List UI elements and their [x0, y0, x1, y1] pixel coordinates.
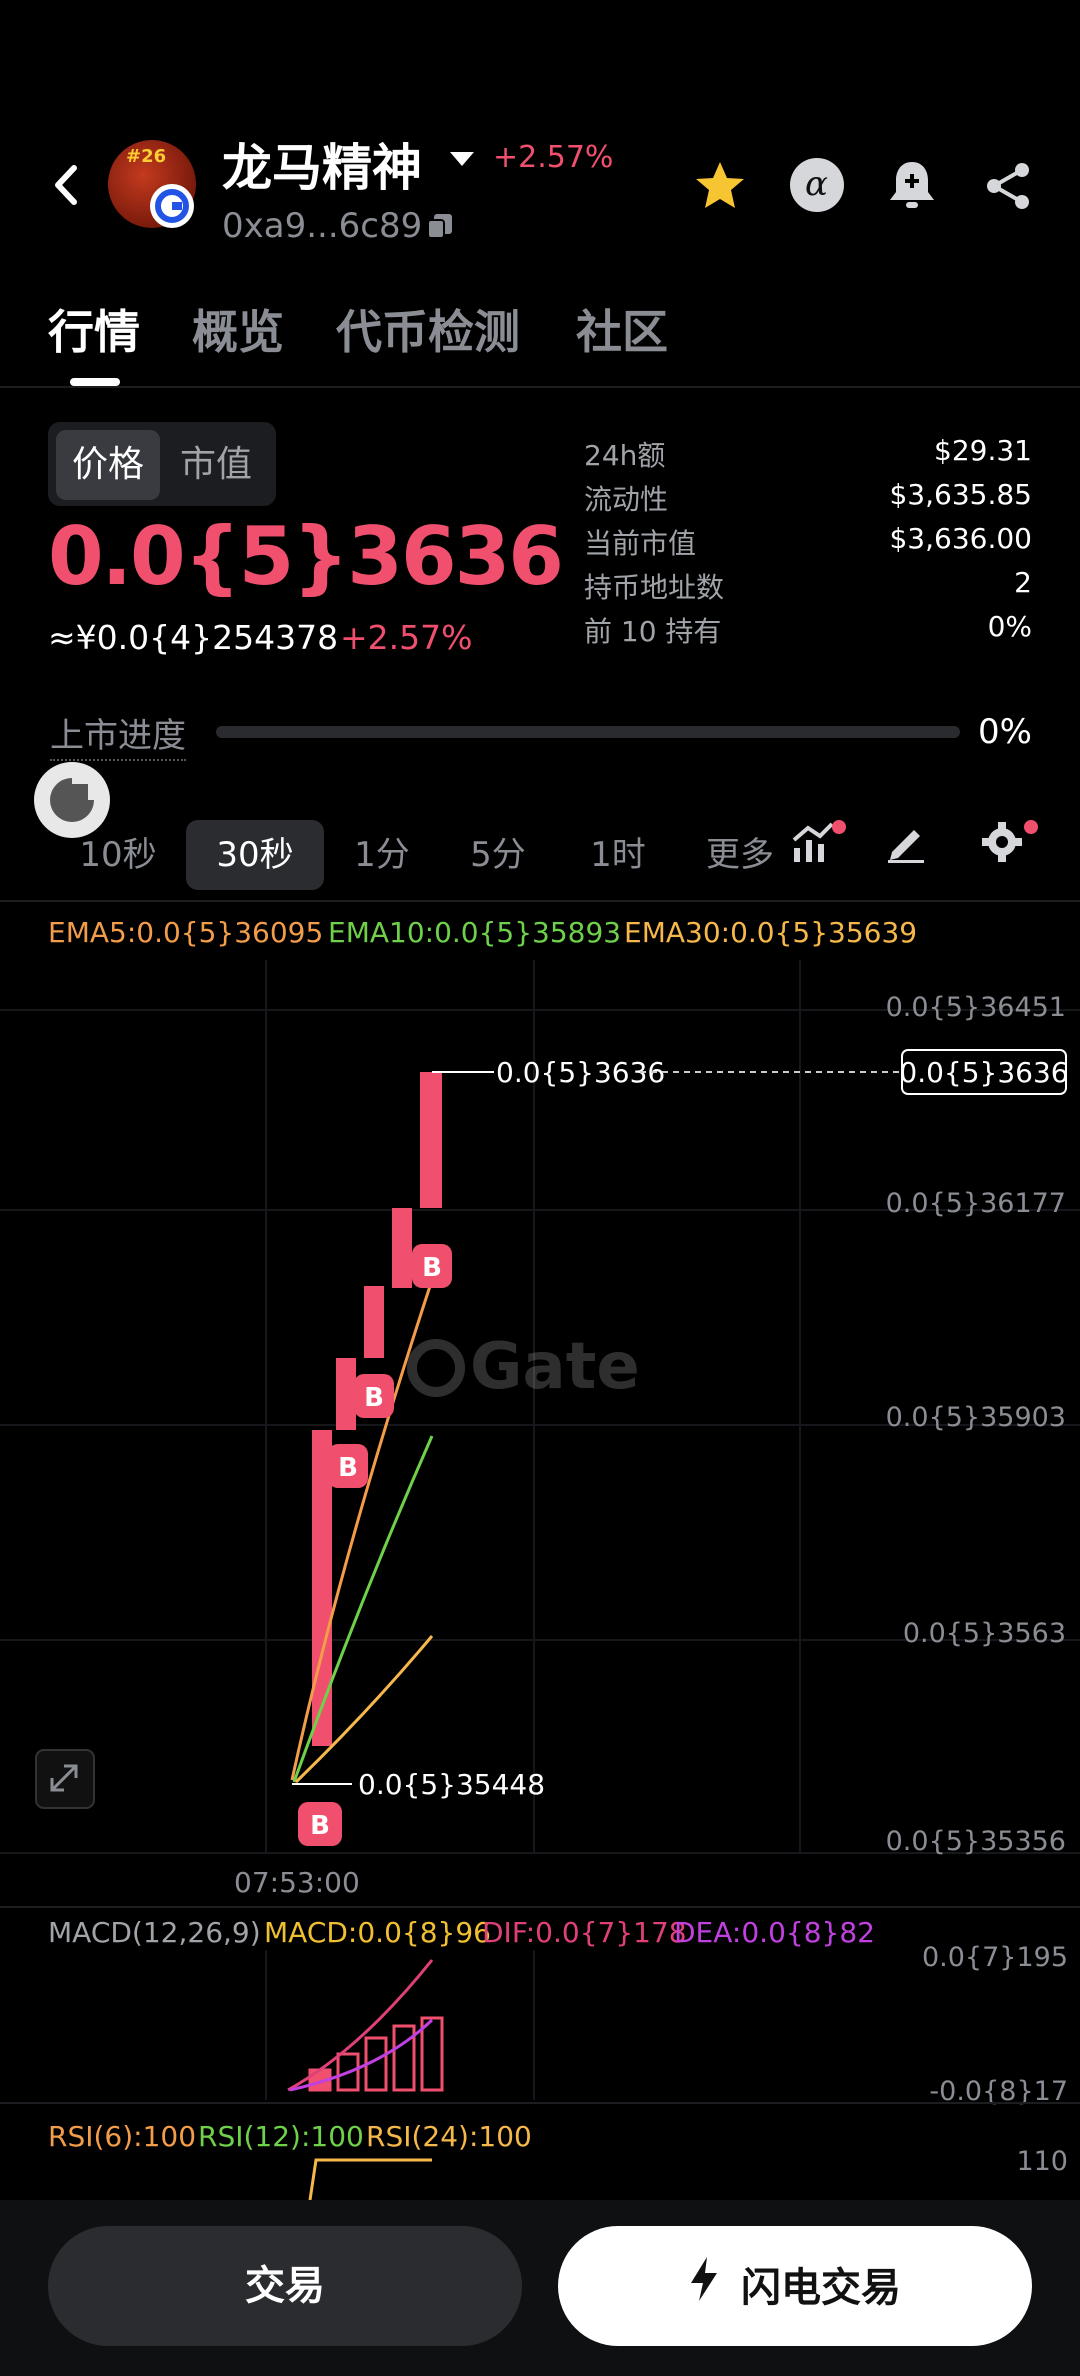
interval-more[interactable]: 更多 — [700, 820, 780, 890]
ema5-label: EMA5:0.0{5}36095 — [48, 916, 324, 949]
stat-label: 持币地址数 — [584, 571, 725, 604]
stat-value: 0% — [987, 610, 1032, 643]
toggle-price[interactable]: 价格 — [56, 430, 160, 500]
interval-30s[interactable]: 30秒 — [186, 820, 324, 890]
gate-logo-overlay-icon — [34, 762, 110, 838]
stat-label: 前 10 持有 — [584, 615, 722, 648]
svg-text:B: B — [338, 1453, 358, 1483]
candle — [364, 1286, 384, 1358]
tab-token-check[interactable]: 代币检测 — [336, 296, 520, 362]
macd-title: MACD(12,26,9) — [48, 1916, 261, 1949]
svg-text:B: B — [422, 1253, 442, 1283]
macd-chart — [265, 1950, 535, 2100]
interval-1h[interactable]: 1时 — [578, 820, 658, 890]
header-change: +2.57% — [493, 140, 614, 175]
stat-value: $3,636.00 — [889, 522, 1032, 555]
interval-1m[interactable]: 1分 — [342, 820, 422, 890]
chart-settings-gear-icon[interactable] — [980, 820, 1024, 868]
y-tick: 0.0{5}36177 — [886, 1188, 1066, 1219]
back-icon[interactable] — [48, 160, 88, 210]
x-tick-label: 07:53:00 — [234, 1866, 360, 1899]
share-icon[interactable] — [980, 158, 1036, 218]
listing-progress-value: 0% — [978, 712, 1032, 752]
watermark-text: Gate — [470, 1330, 640, 1404]
trade-button[interactable]: 交易 — [48, 2226, 522, 2346]
settings-notify-dot — [1024, 820, 1038, 834]
chain-icon — [150, 184, 194, 228]
high-price-label: 0.0{5}3636 — [496, 1056, 665, 1089]
token-name: 龙马精神 — [222, 139, 422, 197]
stat-value: $29.31 — [934, 434, 1032, 467]
toggle-mcap[interactable]: 市值 — [164, 430, 268, 500]
ema30-label: EMA30:0.0{5}35639 — [624, 916, 918, 949]
token-address: 0xa9...6c89 — [222, 206, 423, 246]
stat-value: $3,635.85 — [889, 478, 1032, 511]
lightning-icon — [689, 2228, 719, 2348]
candle — [392, 1208, 412, 1288]
indicator-notify-dot — [832, 820, 846, 834]
low-price-label: 0.0{5}35448 — [358, 1768, 545, 1801]
interval-5m[interactable]: 5分 — [458, 820, 538, 890]
rsi-divider — [0, 2102, 1080, 2104]
tab-overview[interactable]: 概览 — [192, 296, 284, 362]
flash-trade-label: 闪电交易 — [741, 2265, 901, 2311]
alpha-icon[interactable]: α — [790, 158, 844, 212]
price-cny: ≈¥0.0{4}254378 — [48, 618, 339, 657]
flash-trade-button[interactable]: 闪电交易 — [558, 2226, 1032, 2346]
y-tick: 0.0{5}3563 — [903, 1618, 1066, 1649]
gate-watermark: Gate — [407, 1330, 640, 1404]
stat-label: 24h额 — [584, 439, 666, 472]
candle — [420, 1072, 442, 1208]
tab-market[interactable]: 行情 — [48, 296, 140, 362]
candlestick-chart[interactable]: Gate 0.0{5}3636 0.0{5}35448 0.0{5}3636 B… — [0, 960, 1080, 1860]
rsi12-label: RSI(12):100 — [198, 2120, 364, 2153]
copy-icon[interactable] — [426, 212, 454, 244]
y-tick: 0.0{5}36451 — [886, 992, 1066, 1023]
macd-divider — [0, 1906, 1080, 1908]
current-price-tag-text: 0.0{5}3636 — [899, 1056, 1068, 1089]
stat-value: 2 — [1014, 566, 1032, 599]
star-icon[interactable] — [692, 158, 748, 218]
current-price: 0.0{5}3636 — [48, 510, 564, 603]
bell-add-icon[interactable] — [884, 156, 940, 218]
rsi24-label: RSI(24):100 — [366, 2120, 532, 2153]
rsi-chart — [308, 2158, 432, 2200]
dif-value: DIF:0.0{7}178 — [482, 1916, 687, 1949]
svg-text:B: B — [364, 1383, 384, 1413]
macd-value: MACD:0.0{8}96 — [264, 1916, 491, 1949]
listing-progress-label: 上市进度 — [50, 708, 186, 761]
tab-community[interactable]: 社区 — [576, 296, 668, 362]
indicator-icon[interactable] — [790, 820, 838, 868]
draw-tool-icon[interactable] — [884, 820, 928, 868]
active-tab-indicator — [70, 378, 120, 386]
dea-value: DEA:0.0{8}82 — [674, 1916, 875, 1949]
candle — [336, 1358, 356, 1430]
toolbar-divider — [0, 900, 1080, 902]
rsi6-label: RSI(6):100 — [48, 2120, 197, 2153]
expand-icon — [35, 1749, 95, 1809]
y-tick: 0.0{5}35356 — [886, 1826, 1066, 1857]
tabs-divider — [0, 386, 1080, 388]
y-tick: 0.0{5}35903 — [886, 1402, 1066, 1433]
svg-text:B: B — [310, 1811, 330, 1841]
caret-down-icon[interactable] — [450, 152, 474, 172]
price-change: +2.57% — [340, 618, 473, 657]
ema10-label: EMA10:0.0{5}35893 — [328, 916, 622, 949]
stat-label: 当前市值 — [584, 527, 697, 560]
stat-label: 流动性 — [584, 483, 669, 516]
avatar-badge: #26 — [126, 146, 167, 167]
listing-progress-track — [216, 726, 960, 738]
